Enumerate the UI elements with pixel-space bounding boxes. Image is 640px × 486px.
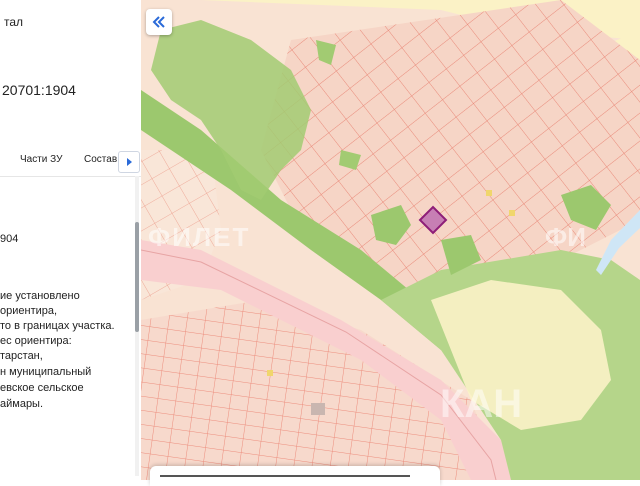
desc-line-4: ес ориентира:	[0, 335, 72, 347]
info-panel: тал 20701:1904 Части ЗУ Состав 904 ие ус…	[0, 0, 142, 480]
desc-line-6: н муниципальный	[0, 366, 92, 378]
desc-line-3: то в границах участка.	[0, 320, 115, 332]
desc-line-7: евское сельское	[0, 382, 84, 394]
tab-composition[interactable]: Состав	[84, 154, 117, 165]
tab-parts[interactable]: Части ЗУ	[20, 154, 62, 165]
watermark: ФИЛЕТ	[148, 222, 251, 252]
double-chevron-left-icon	[152, 16, 165, 28]
caret-right-icon	[127, 158, 132, 166]
desc-line-1: ие установлено	[0, 290, 80, 302]
building	[311, 403, 325, 415]
watermark: ФИ	[545, 222, 586, 252]
watermark: КАН	[440, 382, 523, 426]
scrollbar-thumb[interactable]	[135, 222, 139, 332]
desc-line-5: тарстан,	[0, 350, 43, 362]
building	[267, 370, 273, 376]
desc-line-2: ориентира,	[0, 305, 58, 317]
cadastral-number: 20701:1904	[2, 82, 76, 98]
tab-bar: Части ЗУ Состав	[0, 150, 141, 177]
panel-scrollbar[interactable]	[135, 176, 139, 476]
collapse-panel-button[interactable]	[146, 9, 172, 35]
building	[509, 210, 515, 216]
panel-title: тал	[4, 15, 24, 29]
desc-line-8: аймары.	[0, 398, 44, 410]
parcel-number-value: 904	[0, 233, 19, 245]
tab-scroll-right-button[interactable]	[118, 151, 140, 173]
building	[486, 190, 492, 196]
bottom-card-text-placeholder	[160, 475, 410, 477]
bottom-info-card[interactable]	[150, 466, 440, 486]
